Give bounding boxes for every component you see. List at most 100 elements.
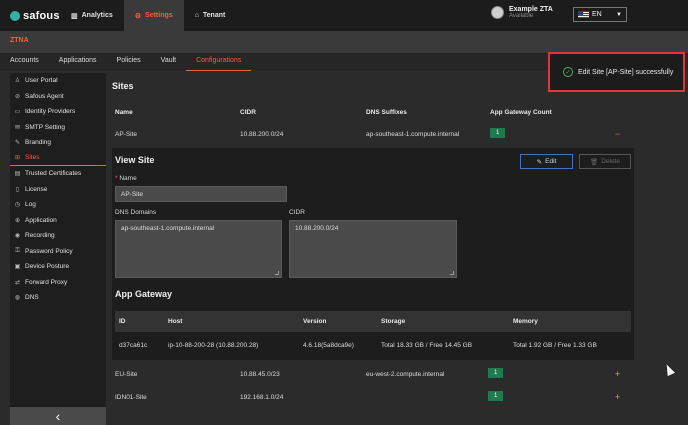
proxy-icon: ⇄ bbox=[14, 279, 21, 286]
sidebar-item-label: Trusted Certificates bbox=[25, 170, 82, 178]
mail-icon: ✉ bbox=[14, 124, 21, 131]
gateway-count-badge: 1 bbox=[490, 128, 506, 138]
cidr-field[interactable]: 10.88.200.0/24 bbox=[289, 220, 457, 278]
name-label: * Name bbox=[115, 175, 137, 182]
sidebar-item-branding[interactable]: ✎ Branding bbox=[10, 135, 106, 151]
site-cidr: 10.88.200.0/24 bbox=[240, 131, 284, 138]
expand-row-icon[interactable]: + bbox=[615, 392, 620, 402]
certificate-icon: ▤ bbox=[14, 171, 21, 178]
expand-row-icon[interactable]: + bbox=[615, 369, 620, 379]
site-name: IDN01-Site bbox=[115, 394, 147, 401]
gateway-host: ip-10-88-200-28 (10.88.200.28) bbox=[168, 342, 259, 349]
name-label-text: Name bbox=[119, 175, 137, 182]
site-cidr: 10.88.45.0/23 bbox=[240, 371, 280, 378]
sidebar-item-sites[interactable]: ⊞ Sites bbox=[10, 151, 106, 166]
key-icon: ⚿ bbox=[15, 247, 20, 254]
cidr-value: 10.88.200.0/24 bbox=[295, 225, 339, 232]
recording-icon: ◉ bbox=[14, 233, 21, 240]
collapse-row-icon[interactable]: − bbox=[615, 129, 620, 139]
success-toast: ✓ Edit Site [AP-Site] successfully bbox=[548, 52, 685, 92]
logo-text: safous bbox=[23, 9, 60, 22]
name-field[interactable]: AP-Site bbox=[115, 186, 287, 202]
sidebar-item-label: Password Policy bbox=[25, 247, 73, 255]
sidebar-item-log[interactable]: ◷ Log bbox=[10, 197, 106, 213]
main-content: Sites Name CIDR DNS Suffixes App Gateway… bbox=[112, 73, 688, 425]
column-header-version: Version bbox=[303, 318, 327, 325]
edit-label: Edit bbox=[545, 158, 557, 165]
dns-domains-value: ap-southeast-1.compute.internal bbox=[121, 225, 215, 232]
required-marker: * bbox=[115, 175, 118, 182]
edit-button[interactable]: ✎ Edit bbox=[520, 154, 573, 169]
user-icon: ♙ bbox=[14, 78, 21, 85]
tab-vault[interactable]: Vault bbox=[151, 53, 186, 71]
gateway-count-badge: 1 bbox=[488, 391, 504, 401]
id-card-icon: ▭ bbox=[14, 109, 21, 116]
topnav-label: Analytics bbox=[81, 12, 113, 19]
user-status: Available bbox=[509, 13, 534, 19]
dns-domains-field[interactable]: ap-southeast-1.compute.internal bbox=[115, 220, 282, 278]
tab-applications[interactable]: Applications bbox=[49, 53, 107, 71]
toast-message: Edit Site [AP-Site] successfully bbox=[578, 68, 674, 76]
column-header-count: App Gateway Count bbox=[490, 109, 552, 116]
delete-label: Delete bbox=[601, 158, 621, 165]
sidebar-item-application[interactable]: ⊕ Application bbox=[10, 213, 106, 229]
sidebar-item-label: User Portal bbox=[25, 77, 58, 85]
log-icon: ◷ bbox=[14, 202, 21, 209]
cidr-label: CIDR bbox=[289, 209, 305, 216]
sidebar-item-identity-providers[interactable]: ▭ Identity Providers bbox=[10, 104, 106, 120]
sidebar-item-label: Forward Proxy bbox=[25, 278, 68, 286]
globe-icon: ◍ bbox=[14, 295, 21, 302]
logo[interactable]: safous bbox=[0, 10, 60, 22]
check-circle-icon: ✓ bbox=[563, 67, 573, 77]
delete-button[interactable]: 🗑 Delete bbox=[579, 154, 631, 169]
sidebar-item-forward-proxy[interactable]: ⇄ Forward Proxy bbox=[10, 275, 106, 291]
sidebar-item-license[interactable]: ▯ License bbox=[10, 182, 106, 198]
column-header-name: Name bbox=[115, 109, 133, 116]
sidebar-collapse-button[interactable]: ‹ bbox=[10, 407, 106, 425]
sidebar-item-safous-agent[interactable]: ⊘ Safous Agent bbox=[10, 89, 106, 105]
tab-configurations[interactable]: Configurations bbox=[186, 53, 252, 71]
dns-domains-label: DNS Domains bbox=[115, 209, 157, 216]
column-header-id: ID bbox=[119, 318, 126, 325]
avatar bbox=[491, 6, 504, 19]
sidebar-item-smtp-setting[interactable]: ✉ SMTP Setting bbox=[10, 120, 106, 136]
us-flag-icon bbox=[578, 11, 589, 18]
section-bar: ZTNA bbox=[0, 31, 688, 53]
sidebar-item-label: Safous Agent bbox=[25, 92, 64, 100]
resize-handle-icon[interactable] bbox=[450, 271, 454, 275]
sidebar: ♙ User Portal ⊘ Safous Agent ▭ Identity Pro… bbox=[10, 73, 106, 425]
license-icon: ▯ bbox=[15, 186, 20, 193]
section-title: ZTNA bbox=[10, 37, 29, 44]
pencil-icon: ✎ bbox=[536, 158, 543, 166]
topnav-analytics[interactable]: ▥ Analytics bbox=[60, 0, 124, 31]
sidebar-item-trusted-certificates[interactable]: ▤ Trusted Certificates bbox=[10, 166, 106, 182]
gear-icon: ⚙ bbox=[134, 12, 142, 20]
column-header-host: Host bbox=[168, 318, 183, 325]
agent-icon: ⊘ bbox=[14, 93, 21, 100]
tab-accounts[interactable]: Accounts bbox=[0, 53, 49, 71]
sidebar-item-label: DNS bbox=[25, 294, 39, 302]
sidebar-item-device-posture[interactable]: ▣ Device Posture bbox=[10, 259, 106, 275]
resize-handle-icon[interactable] bbox=[275, 271, 279, 275]
user-menu[interactable]: Example ZTA Available bbox=[491, 6, 553, 19]
sidebar-item-recording[interactable]: ◉ Recording bbox=[10, 228, 106, 244]
gateway-id: d37ca61c bbox=[119, 342, 148, 349]
top-nav: ▥ Analytics ⚙ Settings ⌂ Tenant bbox=[60, 0, 236, 31]
chevron-left-icon: ‹ bbox=[55, 408, 61, 424]
app-icon: ⊕ bbox=[14, 217, 21, 224]
sidebar-item-dns[interactable]: ◍ DNS bbox=[10, 290, 106, 306]
gateway-table-header: ID Host Version Storage Memory bbox=[115, 311, 631, 332]
topnav-tenant[interactable]: ⌂ Tenant bbox=[184, 0, 237, 31]
sidebar-item-label: Identity Providers bbox=[25, 108, 76, 116]
topnav-label: Tenant bbox=[202, 12, 226, 19]
logo-icon bbox=[10, 10, 20, 21]
language-select[interactable]: EN ▼ bbox=[573, 7, 627, 22]
gateway-row[interactable]: d37ca61c ip-10-88-200-28 (10.88.200.28) … bbox=[115, 335, 631, 355]
site-name: AP-Site bbox=[115, 131, 138, 138]
sidebar-item-password-policy[interactable]: ⚿ Password Policy bbox=[10, 244, 106, 260]
topnav-label: Settings bbox=[145, 12, 173, 19]
topnav-settings[interactable]: ⚙ Settings bbox=[123, 0, 184, 31]
sidebar-item-user-portal[interactable]: ♙ User Portal bbox=[10, 73, 106, 89]
tab-policies[interactable]: Policies bbox=[107, 53, 151, 71]
tenant-icon: ⌂ bbox=[194, 12, 199, 19]
